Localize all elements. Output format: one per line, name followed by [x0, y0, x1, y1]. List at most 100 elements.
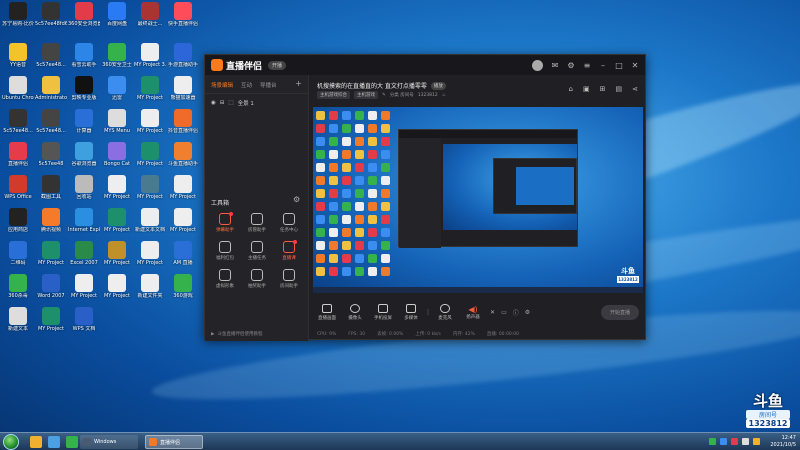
desktop-icon[interactable]: Bongo Cat — [101, 142, 133, 167]
toolbox-item[interactable]: 福利红包 — [209, 241, 241, 261]
desktop-icon[interactable]: Internet Explorer — [68, 208, 100, 233]
close-icon[interactable]: ✕ — [631, 61, 639, 70]
eye-icon[interactable]: ◉ — [211, 100, 216, 106]
record-icon[interactable]: ⌂ — [569, 85, 573, 93]
speaker-button[interactable]: ◀) 扬声器 — [459, 305, 487, 320]
screen-capture-button[interactable]: 直播画面 — [313, 303, 341, 321]
taskbar-item[interactable]: Windows — [80, 435, 138, 449]
toolbox-item[interactable]: 主播任务 — [241, 241, 273, 261]
toolbox-item[interactable]: 抽奖助手 — [241, 269, 273, 289]
desktop-icon[interactable]: MY Project — [134, 142, 166, 167]
toolbox-item[interactable]: 弹幕助手 — [209, 212, 241, 233]
desktop-icon[interactable]: 5c57ee48... — [35, 109, 67, 134]
desktop-icon[interactable]: MY Project — [134, 175, 166, 200]
tab-interaction[interactable]: 互动 — [241, 81, 252, 89]
desktop-icon[interactable]: Administrator — [35, 76, 67, 101]
quick-launch-icon[interactable] — [48, 436, 60, 448]
desktop-icon[interactable]: MY Project — [134, 109, 166, 134]
tray-app-icon[interactable] — [753, 438, 760, 445]
toolbox-item[interactable]: 任务中心 — [273, 213, 305, 233]
desktop-icon[interactable]: Ubuntu Chrome — [2, 76, 34, 101]
desktop-icon[interactable]: 5c57ee48... — [2, 109, 34, 134]
desktop-icon[interactable]: Word 2007 — [35, 274, 67, 299]
desktop-icon[interactable]: MY Project — [167, 208, 199, 233]
desktop-icon[interactable]: 二维码 — [2, 241, 34, 266]
lock-icon[interactable]: ⊟ — [220, 100, 225, 106]
system-clock[interactable]: 12:47 2021/10/5 — [770, 435, 796, 449]
desktop-icon[interactable]: 计算器 — [68, 109, 100, 134]
toolbox-settings-icon[interactable]: ⚙ — [293, 195, 300, 204]
desktop-icon[interactable]: WPS Office — [2, 175, 34, 200]
camera-button[interactable]: 摄像头 — [341, 303, 369, 321]
tutorial-link[interactable]: ▶ 斗鱼直播伴侣使用教程 — [211, 331, 262, 338]
desktop-icon[interactable]: MY Project — [134, 76, 166, 101]
scene-item[interactable]: ◉ ⊟ ⬚ 全景 1 — [205, 94, 308, 112]
desktop-icon[interactable]: 剪映专业版 — [68, 76, 100, 101]
room-badge[interactable]: 播放 — [430, 81, 446, 90]
toolbox-item[interactable]: 房间助手 — [273, 269, 305, 289]
desktop-icon[interactable]: 新建文本 — [2, 307, 34, 332]
desktop-icon[interactable]: 360安全卫士 — [101, 43, 133, 68]
desktop-icon[interactable]: Excel 2007 — [68, 241, 100, 266]
quick-launch-icon[interactable] — [30, 436, 42, 448]
desktop-icon[interactable]: MY Project — [35, 241, 67, 266]
desktop-icon[interactable]: MY Project — [101, 241, 133, 266]
desktop-icon[interactable]: MY Project — [134, 241, 166, 266]
desktop-icon[interactable]: 5c57ee48 — [35, 142, 67, 167]
desktop-icon[interactable]: 新建文件夹 — [134, 274, 166, 299]
desktop-icon[interactable]: 360安全浏览器 — [68, 2, 100, 27]
desktop-icon[interactable]: MY Project — [101, 208, 133, 233]
desktop-icon[interactable]: 快手直播伴侣 — [167, 2, 199, 27]
tray-app-icon[interactable] — [731, 438, 738, 445]
desktop-icon[interactable]: 抖音直播伴侣 — [167, 109, 199, 134]
desktop-icon[interactable]: 应用商店 — [2, 208, 34, 233]
gift-icon[interactable]: ▣ — [583, 85, 590, 93]
tray-network-icon[interactable] — [720, 438, 727, 445]
desktop-icon[interactable]: MY Project — [35, 307, 67, 332]
desktop-icon[interactable]: MY Project — [68, 274, 100, 299]
desktop-icon[interactable]: 直播伴侣 — [2, 142, 34, 167]
category-tag[interactable]: 主机游戏综合 — [317, 91, 350, 99]
layout-icon[interactable]: ⊞ — [600, 85, 606, 93]
desktop-icon[interactable]: 谷歌浏览器 — [68, 142, 100, 167]
phone-cast-button[interactable]: 手机投屏 — [369, 303, 397, 321]
quick-launch-icon[interactable] — [66, 436, 78, 448]
desktop-icon[interactable]: YY语音 — [2, 43, 34, 68]
desktop-icon[interactable]: AM 直播 — [167, 241, 199, 266]
desktop-icon[interactable]: 迅雷 — [101, 76, 133, 101]
video-icon[interactable]: ▭ — [501, 309, 507, 316]
start-button[interactable] — [3, 434, 19, 450]
desktop-icon[interactable]: MY Project 3.Unlock — [134, 43, 166, 68]
desktop-icon[interactable]: 5c57ee48... — [35, 43, 67, 68]
desktop-icon[interactable]: 5c57ee48fd6 — [35, 2, 67, 27]
desktop-icon[interactable]: 腾讯视频 — [35, 208, 67, 233]
desktop-icon[interactable]: 回收站 — [68, 175, 100, 200]
desktop-icon[interactable]: 百度网盘 — [101, 2, 133, 27]
minimize-icon[interactable]: – — [599, 61, 607, 70]
desktop-icon[interactable]: MY Project — [167, 175, 199, 200]
desktop-icon[interactable]: 斗鱼直播助手 — [167, 142, 199, 167]
desktop-icon[interactable]: MY Project — [101, 274, 133, 299]
user-avatar[interactable] — [532, 59, 543, 71]
category-tag[interactable]: 主机游戏 — [354, 91, 378, 99]
desktop-icon[interactable]: 熊猫加速器 — [167, 76, 199, 101]
desktop-icon[interactable]: 最终战士... — [134, 2, 166, 27]
desktop-icon[interactable]: MYS Menu — [101, 109, 133, 134]
desktop-icon[interactable]: WPS 文档 — [68, 307, 100, 332]
live-preview[interactable]: 斗鱼 1323812 — [313, 107, 643, 293]
message-icon[interactable]: ✉ — [551, 61, 559, 70]
microphone-button[interactable]: 麦克风 — [431, 303, 459, 321]
edit-icon[interactable]: ✎ — [382, 93, 386, 98]
start-live-pill[interactable]: 开播 — [268, 60, 287, 70]
settings-icon[interactable]: ⚙ — [567, 61, 575, 70]
desktop-icon[interactable]: 360杀毒 — [2, 274, 34, 299]
tab-director[interactable]: 导播台 — [260, 81, 277, 89]
add-icon[interactable]: + — [295, 80, 302, 89]
stream-settings-icon[interactable]: ⚙ — [525, 309, 530, 316]
toolbox-item[interactable]: 虚拟形象 — [209, 269, 241, 289]
media-button[interactable]: 多媒体 — [397, 303, 425, 321]
desktop-icon[interactable]: 360游戏 — [167, 274, 199, 299]
desktop-icon[interactable]: 苏宁易购-比价 — [2, 2, 34, 27]
desktop-icon[interactable]: MY Project — [101, 175, 133, 200]
tray-security-icon[interactable] — [709, 438, 716, 445]
